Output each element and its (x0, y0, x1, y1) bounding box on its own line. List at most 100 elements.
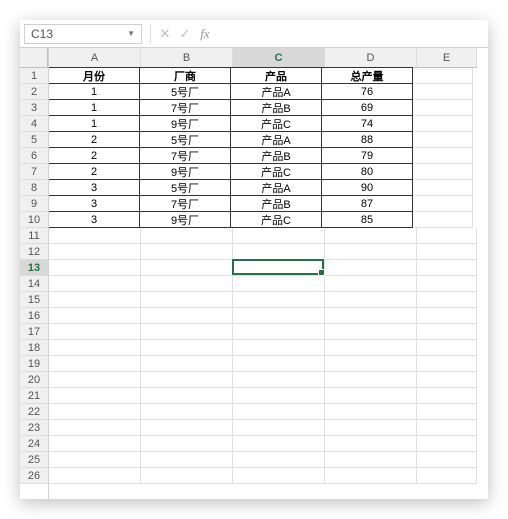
cell-C7[interactable]: 产品C (230, 163, 322, 180)
row-header-11[interactable]: 11 (20, 228, 48, 244)
cell-E20[interactable] (417, 372, 477, 388)
cell-A6[interactable]: 2 (49, 147, 140, 164)
row-header-14[interactable]: 14 (20, 276, 48, 292)
cell-E21[interactable] (417, 388, 477, 404)
row-header-5[interactable]: 5 (20, 132, 48, 148)
cell-D7[interactable]: 80 (321, 163, 413, 180)
cell-C23[interactable] (233, 420, 325, 436)
cell-A12[interactable] (49, 244, 141, 260)
cell-C12[interactable] (233, 244, 325, 260)
cell-D6[interactable]: 79 (321, 147, 413, 164)
cell-A2[interactable]: 1 (49, 83, 140, 100)
cell-A21[interactable] (49, 388, 141, 404)
row-header-7[interactable]: 7 (20, 164, 48, 180)
cell-A19[interactable] (49, 356, 141, 372)
cell-C9[interactable]: 产品B (230, 195, 322, 212)
cell-E14[interactable] (417, 276, 477, 292)
cell-C26[interactable] (233, 468, 325, 484)
cell-C11[interactable] (233, 228, 325, 244)
cell-A4[interactable]: 1 (49, 115, 140, 132)
cell-B24[interactable] (141, 436, 233, 452)
row-header-1[interactable]: 1 (20, 68, 48, 84)
cell-D1[interactable]: 总产量 (321, 67, 413, 84)
cell-A8[interactable]: 3 (49, 179, 140, 196)
row-header-6[interactable]: 6 (20, 148, 48, 164)
cell-C15[interactable] (233, 292, 325, 308)
cell-A22[interactable] (49, 404, 141, 420)
select-all-corner[interactable] (20, 48, 48, 68)
cell-B12[interactable] (141, 244, 233, 260)
cell-E26[interactable] (417, 468, 477, 484)
cell-B18[interactable] (141, 340, 233, 356)
row-header-15[interactable]: 15 (20, 292, 48, 308)
cell-B16[interactable] (141, 308, 233, 324)
cell-C22[interactable] (233, 404, 325, 420)
cell-C14[interactable] (233, 276, 325, 292)
cell-B23[interactable] (141, 420, 233, 436)
cell-B19[interactable] (141, 356, 233, 372)
cell-A7[interactable]: 2 (49, 163, 140, 180)
cell-A16[interactable] (49, 308, 141, 324)
cell-C20[interactable] (233, 372, 325, 388)
fx-button[interactable]: fx (195, 24, 215, 44)
cell-D16[interactable] (325, 308, 417, 324)
cell-D23[interactable] (325, 420, 417, 436)
cell-C8[interactable]: 产品A (230, 179, 322, 196)
row-header-4[interactable]: 4 (20, 116, 48, 132)
row-header-26[interactable]: 26 (20, 468, 48, 484)
cell-D3[interactable]: 69 (321, 99, 413, 116)
row-header-2[interactable]: 2 (20, 84, 48, 100)
cell-A1[interactable]: 月份 (49, 67, 140, 84)
cell-B22[interactable] (141, 404, 233, 420)
cell-E18[interactable] (417, 340, 477, 356)
cell-B6[interactable]: 7号厂 (139, 147, 231, 164)
cell-E7[interactable] (413, 164, 473, 180)
cell-B17[interactable] (141, 324, 233, 340)
cell-C19[interactable] (233, 356, 325, 372)
cell-C2[interactable]: 产品A (230, 83, 322, 100)
cell-A9[interactable]: 3 (49, 195, 140, 212)
cell-A20[interactable] (49, 372, 141, 388)
cell-D14[interactable] (325, 276, 417, 292)
cell-C4[interactable]: 产品C (230, 115, 322, 132)
cell-C10[interactable]: 产品C (230, 211, 322, 228)
cell-A17[interactable] (49, 324, 141, 340)
row-header-9[interactable]: 9 (20, 196, 48, 212)
cell-E2[interactable] (413, 84, 473, 100)
row-header-18[interactable]: 18 (20, 340, 48, 356)
row-header-17[interactable]: 17 (20, 324, 48, 340)
column-header-E[interactable]: E (417, 48, 477, 68)
cell-D20[interactable] (325, 372, 417, 388)
cancel-button[interactable]: ✕ (155, 24, 175, 44)
cell-D18[interactable] (325, 340, 417, 356)
cell-E16[interactable] (417, 308, 477, 324)
cell-D25[interactable] (325, 452, 417, 468)
cell-B20[interactable] (141, 372, 233, 388)
row-header-16[interactable]: 16 (20, 308, 48, 324)
row-header-13[interactable]: 13 (20, 260, 48, 276)
row-header-19[interactable]: 19 (20, 356, 48, 372)
cell-A26[interactable] (49, 468, 141, 484)
cell-B3[interactable]: 7号厂 (139, 99, 231, 116)
cell-D12[interactable] (325, 244, 417, 260)
cell-B1[interactable]: 厂商 (139, 67, 231, 84)
cell-A15[interactable] (49, 292, 141, 308)
cell-E13[interactable] (417, 260, 477, 276)
cell-B21[interactable] (141, 388, 233, 404)
cell-B7[interactable]: 9号厂 (139, 163, 231, 180)
cell-C6[interactable]: 产品B (230, 147, 322, 164)
cell-D22[interactable] (325, 404, 417, 420)
cell-D24[interactable] (325, 436, 417, 452)
cell-A25[interactable] (49, 452, 141, 468)
cell-B4[interactable]: 9号厂 (139, 115, 231, 132)
cell-E24[interactable] (417, 436, 477, 452)
cell-C1[interactable]: 产品 (230, 67, 322, 84)
cell-E5[interactable] (413, 132, 473, 148)
cell-B8[interactable]: 5号厂 (139, 179, 231, 196)
row-header-20[interactable]: 20 (20, 372, 48, 388)
cell-E4[interactable] (413, 116, 473, 132)
cell-E17[interactable] (417, 324, 477, 340)
row-header-12[interactable]: 12 (20, 244, 48, 260)
cell-B14[interactable] (141, 276, 233, 292)
cell-E8[interactable] (413, 180, 473, 196)
